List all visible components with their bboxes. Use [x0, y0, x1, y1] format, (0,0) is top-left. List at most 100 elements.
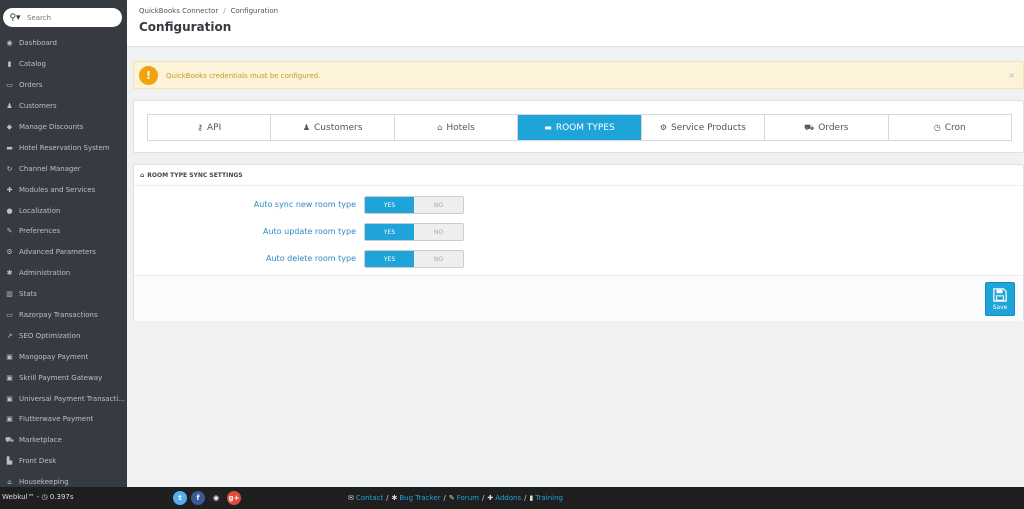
cog-icon: ✱	[6, 269, 13, 278]
puzzle-icon: ✚	[487, 494, 494, 502]
auto-sync-label: Auto sync new room type	[253, 200, 356, 209]
twitter-icon[interactable]: t	[173, 491, 187, 505]
sidebar-item-label: Localization	[19, 206, 61, 215]
auto-delete-no-option[interactable]: NO	[414, 251, 463, 267]
comments-icon: ✎	[448, 494, 455, 502]
footer-brand-text: Webkul™ -	[2, 493, 42, 501]
sidebar-item-orders[interactable]: ▭ Orders	[0, 75, 127, 96]
sidebar-item-label: Manage Discounts	[19, 123, 84, 131]
clock-icon: ◷	[933, 123, 941, 132]
footer-link-separator: /	[524, 494, 527, 502]
auto-update-yes-option[interactable]: YES	[365, 224, 414, 240]
footer-link-addons[interactable]: ✚ Addons	[487, 494, 521, 502]
auto-sync-no-option[interactable]: NO	[414, 197, 463, 213]
close-icon[interactable]: ×	[1008, 71, 1015, 80]
footer-link-contact[interactable]: ✉ Contact	[348, 494, 383, 502]
search-icon[interactable]: ⚲▾	[3, 13, 27, 23]
sidebar-item-label: Stats	[19, 290, 37, 299]
footer-link-bug-tracker[interactable]: ✱ Bug Tracker	[391, 494, 440, 502]
auto-sync-yes-option[interactable]: YES	[365, 197, 414, 213]
sidebar-item-universal-payment-transacti[interactable]: ▣ Universal Payment Transacti...	[0, 388, 127, 409]
sidebar-item-label: Front Desk	[19, 457, 57, 466]
footer-link-separator: /	[481, 494, 485, 502]
tab-label: Customers	[314, 122, 363, 133]
money-icon: ▣	[6, 352, 13, 361]
tab-orders[interactable]: ⛟ Orders	[765, 115, 889, 140]
sidebar-item-marketplace[interactable]: ⛟ Marketplace	[0, 430, 127, 451]
sidebar-item-dashboard[interactable]: ◉ Dashboard	[0, 33, 127, 54]
sidebar-item-label: Flutterwave Payment	[19, 415, 94, 424]
panel-heading: ⌂ ROOM TYPE SYNC SETTINGS	[134, 165, 1023, 186]
book-icon: ▮	[529, 494, 534, 502]
footer-link-label: Bug Tracker	[399, 494, 441, 502]
github-icon[interactable]: ◉	[209, 491, 223, 505]
bed-icon: ▬	[6, 143, 13, 152]
search-input[interactable]	[27, 13, 113, 22]
tab-label: API	[207, 122, 222, 133]
sidebar-item-administration[interactable]: ✱ Administration	[0, 263, 127, 284]
panel-heading-title: ROOM TYPE SYNC SETTINGS	[147, 171, 243, 179]
sidebar-item-razorpay-transactions[interactable]: ▭ Razorpay Transactions	[0, 305, 127, 326]
sidebar-item-housekeeping[interactable]: ⌂ Housekeeping	[0, 472, 127, 487]
sidebar-item-label: Modules and Services	[19, 185, 96, 194]
cogs-icon: ⚙	[6, 248, 13, 257]
tag-icon: ◆	[6, 123, 13, 131]
home-icon: ⌂	[437, 123, 443, 132]
sidebar-item-hotel-reservation-system[interactable]: ▬ Hotel Reservation System	[0, 137, 127, 158]
save-button[interactable]: Save	[985, 282, 1015, 316]
tab-label: Orders	[818, 122, 849, 133]
sidebar-item-label: Marketplace	[19, 436, 62, 445]
tab-cron[interactable]: ◷ Cron	[888, 115, 1011, 140]
sidebar-item-seo-optimization[interactable]: ↗ SEO Optimization	[0, 325, 127, 346]
key-icon: ⚷	[197, 123, 204, 132]
money-icon: ▣	[6, 415, 13, 424]
users-icon: ♟	[6, 102, 13, 111]
tab-api[interactable]: ⚷ API	[148, 115, 272, 140]
auto-delete-yes-option[interactable]: YES	[365, 251, 414, 267]
sidebar: ⚲▾ ◉ Dashboard ▮ Catalog ▭ Orders ♟ Customers ◆ M…	[0, 0, 127, 487]
sidebar-item-flutterwave-payment[interactable]: ▣ Flutterwave Payment	[0, 409, 127, 430]
money-icon: ▣	[6, 394, 13, 403]
auto-update-switch[interactable]: YES NO	[364, 223, 464, 241]
sidebar-item-advanced-parameters[interactable]: ⚙ Advanced Parameters	[0, 242, 127, 263]
tab-customers[interactable]: ♟ Customers	[271, 115, 395, 140]
sidebar-item-mangopay-payment[interactable]: ▣ Mangopay Payment	[0, 346, 127, 367]
tab-hotels[interactable]: ⌂ Hotels	[394, 115, 519, 140]
sidebar-item-manage-discounts[interactable]: ◆ Manage Discounts	[0, 117, 127, 138]
breadcrumb-current: Configuration	[230, 7, 279, 15]
search-box[interactable]: ⚲▾	[3, 8, 122, 27]
tab-label: Hotels	[446, 122, 475, 133]
footer-link-forum[interactable]: ✎ Forum	[449, 494, 479, 502]
facebook-icon[interactable]: f	[191, 491, 205, 505]
auto-update-no-option[interactable]: NO	[414, 224, 463, 240]
sidebar-item-catalog[interactable]: ▮ Catalog	[0, 54, 127, 75]
tab-label: ROOM TYPES	[555, 122, 615, 133]
tab-room-types[interactable]: ▬ ROOM TYPES	[518, 115, 642, 140]
tab-label: Service Products	[670, 122, 746, 133]
sidebar-item-stats[interactable]: ▥ Stats	[0, 284, 127, 305]
user-icon: ♟	[302, 123, 311, 132]
clock-icon: ◷	[41, 493, 50, 501]
home-icon: ⌂	[140, 171, 145, 179]
sidebar-item-front-desk[interactable]: ▙ Front Desk	[0, 451, 127, 472]
footer-brand: Webkul™ - ◷ 0.397s	[2, 493, 74, 501]
sidebar-item-label: Preferences	[19, 227, 61, 236]
sidebar-item-channel-manager[interactable]: ↻ Channel Manager	[0, 158, 127, 179]
auto-delete-switch[interactable]: YES NO	[364, 250, 464, 268]
auto-sync-switch[interactable]: YES NO	[364, 196, 464, 214]
google-plus-icon[interactable]: g+	[227, 491, 241, 505]
wrench-icon: ✎	[6, 227, 13, 236]
sidebar-item-customers[interactable]: ♟ Customers	[0, 96, 127, 117]
tabs-panel: ⚷ API ♟ Customers ⌂ Hotels ▬ ROOM TYPES ⚙ Service…	[133, 100, 1024, 153]
puzzle-icon: ✚	[6, 185, 13, 194]
globe-icon: ●	[6, 206, 13, 215]
sidebar-item-label: Channel Manager	[19, 164, 81, 173]
footer-link-label: Forum	[456, 494, 479, 502]
footer-link-training[interactable]: ▮ Training	[529, 494, 562, 502]
sidebar-item-localization[interactable]: ● Localization	[0, 200, 127, 221]
sidebar-item-modules-and-services[interactable]: ✚ Modules and Services	[0, 179, 127, 200]
sidebar-item-skrill-payment-gateway[interactable]: ▣ Skrill Payment Gateway	[0, 367, 127, 388]
tab-service-products[interactable]: ⚙ Service Products	[641, 115, 766, 140]
breadcrumb-parent-link[interactable]: QuickBooks Connector	[139, 7, 218, 15]
sidebar-item-preferences[interactable]: ✎ Preferences	[0, 221, 127, 242]
